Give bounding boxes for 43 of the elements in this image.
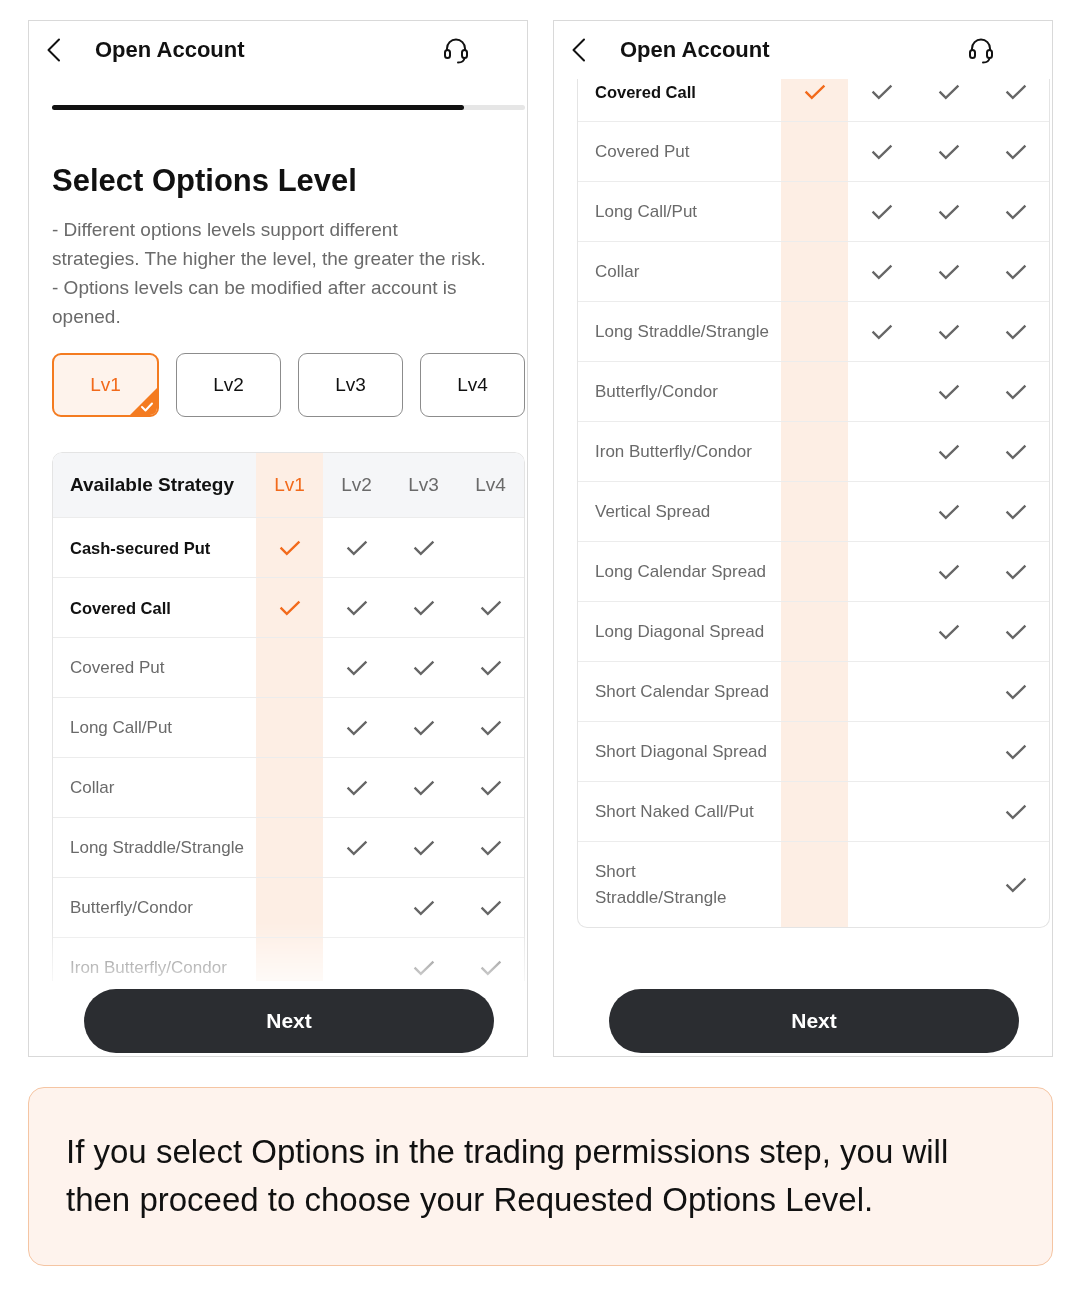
corner-check-icon	[130, 388, 157, 415]
strategy-label: Cash-secured Put	[70, 538, 211, 559]
strategy-label: Butterfly/Condor	[595, 381, 718, 403]
strategy-label: Short Diagonal Spread	[595, 741, 767, 763]
callout-text: If you select Options in the trading permissions step, you will then proceed to choose your Requested Options Level.	[66, 1132, 950, 1220]
strategy-label: Covered Call	[595, 82, 696, 103]
strategy-label: Short Calendar Spread	[595, 681, 769, 703]
chevron-left-icon[interactable]	[571, 38, 586, 62]
strategy-label: Long Call/Put	[595, 201, 698, 223]
screen-title: Open Account	[95, 36, 245, 64]
page-heading: Select Options Level	[52, 162, 358, 200]
headset-icon[interactable]	[967, 36, 995, 64]
strategy-label: Covered Put	[595, 141, 690, 163]
column-header: Lv4	[474, 472, 507, 497]
level-button[interactable]: Lv4	[420, 353, 525, 417]
strategy-label: Long Call/Put	[70, 717, 173, 739]
strategy-label: Short Straddle/Strangle	[595, 861, 728, 909]
strategy-label: Covered Put	[70, 657, 165, 679]
column-header: Lv1	[256, 453, 323, 517]
strategy-label: Collar	[70, 777, 115, 799]
strategy-label: Covered Call	[70, 598, 171, 619]
strategy-label: Iron Butterfly/Condor	[70, 957, 227, 979]
next-button[interactable]: Next	[609, 989, 1019, 1053]
level-button[interactable]: Lv3	[298, 353, 403, 417]
chevron-left-icon[interactable]	[46, 38, 61, 62]
column-header: Lv2	[340, 472, 373, 497]
strategy-label: Long Calendar Spread	[595, 561, 767, 583]
next-button[interactable]: Next	[84, 989, 494, 1053]
strategy-label: Iron Butterfly/Condor	[595, 441, 752, 463]
screen-title: Open Account	[620, 36, 770, 64]
level-button[interactable]: Lv2	[176, 353, 281, 417]
strategy-label: Collar	[595, 261, 640, 283]
strategy-label: Long Straddle/Strangle	[70, 837, 244, 859]
strategy-label: Long Straddle/Strangle	[595, 321, 769, 343]
description-text: - Different options levels support different strategies. The higher the level, the greater the risk.	[52, 218, 487, 271]
strategy-label: Butterfly/Condor	[70, 897, 193, 919]
headset-icon[interactable]	[442, 36, 470, 64]
description-text: - Options levels can be modified after account is opened.	[52, 276, 458, 329]
column-header: Lv3	[407, 472, 440, 497]
column-header: Available Strategy	[69, 472, 236, 497]
strategy-label: Vertical Spread	[595, 501, 711, 523]
strategy-label: Short Naked Call/Put	[595, 801, 754, 823]
strategy-label: Long Diagonal Spread	[595, 621, 765, 643]
